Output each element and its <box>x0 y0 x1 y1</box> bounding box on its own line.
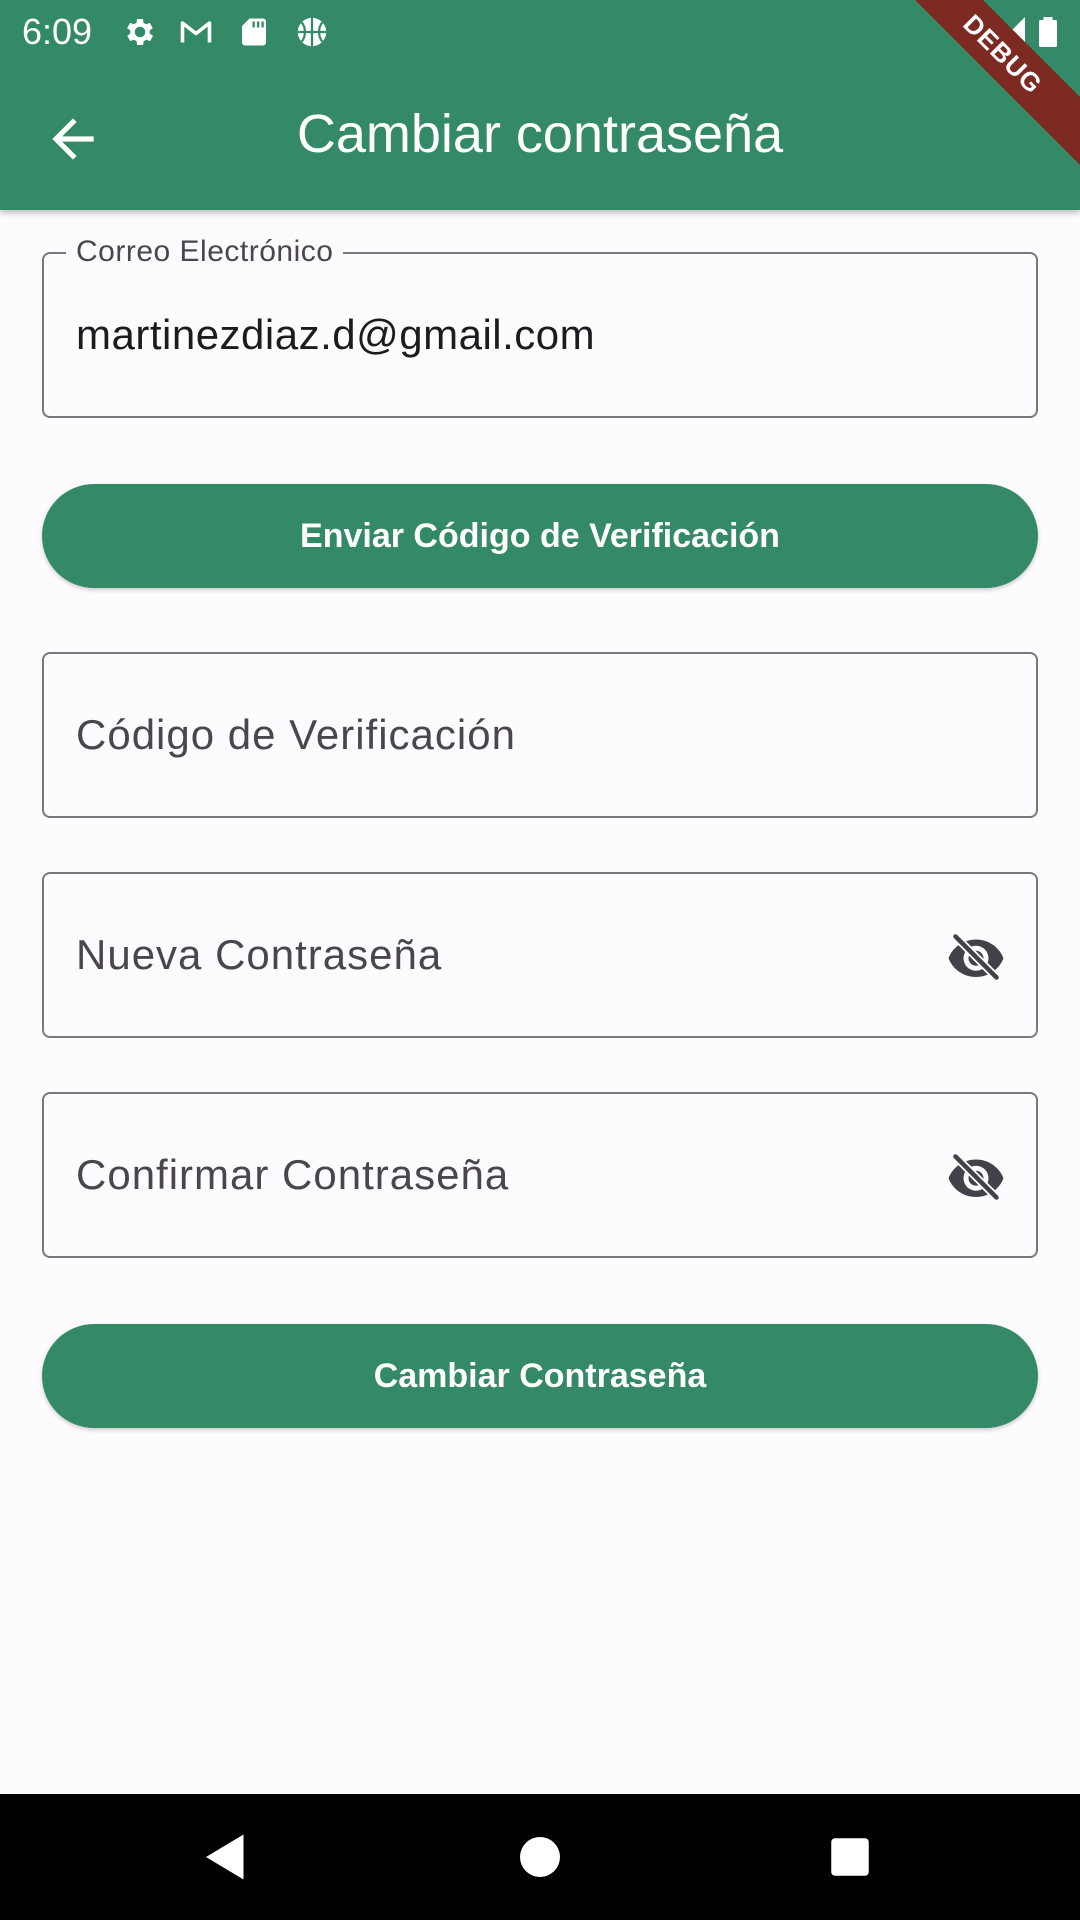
confirm-password-field[interactable]: Confirmar Contraseña <box>42 1092 1038 1258</box>
verification-code-placeholder: Código de Verificación <box>76 711 516 758</box>
page-title: Cambiar contraseña <box>296 104 784 164</box>
send-code-button[interactable]: Enviar Código de Verificación <box>42 484 1038 588</box>
battery-icon <box>1030 14 1066 50</box>
verification-code-field[interactable]: Código de Verificación <box>42 652 1038 818</box>
back-triangle-icon[interactable] <box>196 1827 256 1887</box>
email-field-label: Correo Electrónico <box>66 234 344 270</box>
confirm-password-placeholder: Confirmar Contraseña <box>76 1151 510 1198</box>
navigation-bar <box>0 1794 1080 1920</box>
sd-card-icon <box>236 14 272 50</box>
basketball-icon <box>294 14 330 50</box>
top-app-area: 6:09 Cambiar contraseña DEBUG <box>0 0 1080 210</box>
eye-off-icon[interactable] <box>946 1147 1006 1207</box>
recents-square-icon[interactable] <box>820 1827 880 1887</box>
status-bar: 6:09 <box>0 0 1080 64</box>
gmail-icon <box>178 14 214 50</box>
email-field[interactable]: Correo Electrónico martinezdiaz.d@gmail.… <box>42 234 1038 418</box>
gear-icon <box>122 14 158 50</box>
home-circle-icon[interactable] <box>510 1827 570 1887</box>
new-password-placeholder: Nueva Contraseña <box>76 931 443 978</box>
email-field-value: martinezdiaz.d@gmail.com <box>76 311 596 358</box>
new-password-field[interactable]: Nueva Contraseña <box>42 872 1038 1038</box>
status-time: 6:09 <box>22 11 93 52</box>
eye-off-icon[interactable] <box>946 927 1006 987</box>
change-password-button[interactable]: Cambiar Contraseña <box>42 1324 1038 1428</box>
